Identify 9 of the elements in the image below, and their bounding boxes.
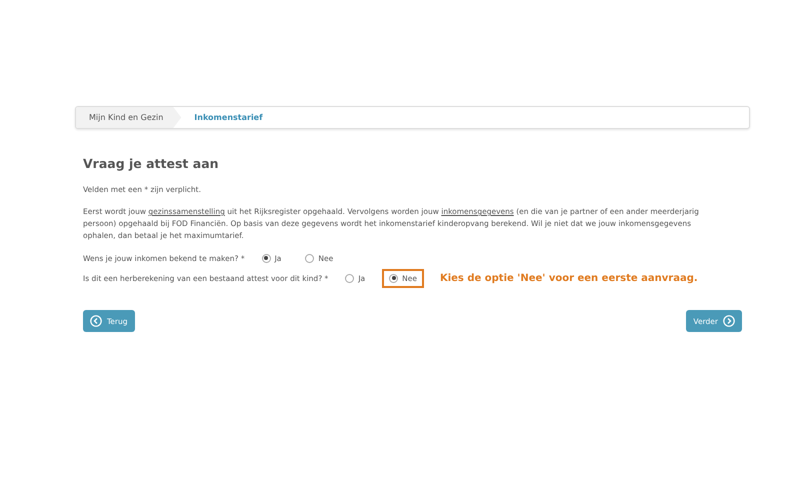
breadcrumb-item[interactable]: Mijn Kind en Gezin	[76, 107, 182, 128]
radio-empty-icon[interactable]	[305, 254, 314, 262]
chevron-right-icon	[723, 315, 735, 327]
page-title: Vraag je attest aan	[83, 156, 220, 171]
chevron-left-icon	[90, 315, 102, 327]
radio-selected-icon[interactable]	[389, 274, 398, 282]
radio-selected-icon[interactable]	[262, 254, 271, 262]
callout-text: Kies de optie 'Nee' voor een eerste aanvraag.	[440, 272, 698, 284]
radio-empty-icon[interactable]	[345, 274, 354, 282]
